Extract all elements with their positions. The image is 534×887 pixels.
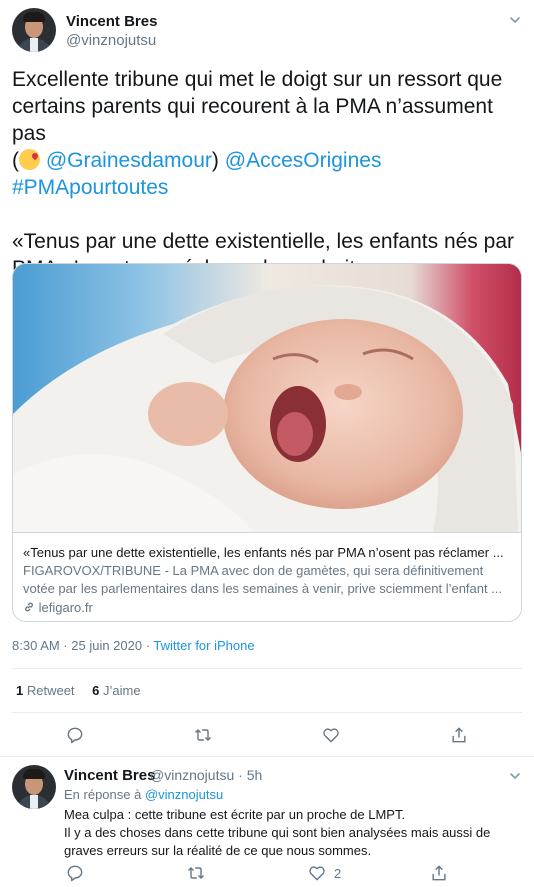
link-card[interactable]: «Tenus par une dette existentielle, les … [12,263,522,622]
card-domain-text: lefigaro.fr [38,600,93,615]
mention-accesorigines[interactable]: @AccesOrigines [225,149,382,172]
tweet-body: Excellente tribune qui met le doigt sur … [12,68,503,145]
card-image[interactable] [13,264,521,532]
reply-icon [67,865,83,882]
tweet-source[interactable]: Twitter for iPhone [153,638,254,653]
retweet-button[interactable] [185,862,207,884]
reply-to: En réponse à @vinznojutsu [64,787,223,802]
reply-prefix: En réponse à [64,787,145,802]
card-description: FIGAROVOX/TRIBUNE - La PMA avec don de g… [23,563,503,596]
reply-button[interactable] [64,862,86,884]
reply-to-mention[interactable]: @vinznojutsu [145,787,223,802]
like-icon [323,728,339,743]
tweet-stats: 1 Retweet 6 J’aime [16,683,141,698]
retweet-stat[interactable]: 1 Retweet [16,683,75,698]
paren-close: ) [211,149,219,172]
hashtag-pmapourtoutes[interactable]: #PMApourtoutes [12,176,168,199]
author-handle-time[interactable]: @vinznojutsu · 5h [150,767,262,783]
baby-image [13,264,521,532]
card-body[interactable]: «Tenus par une dette existentielle, les … [13,532,521,621]
chevron-down-icon[interactable] [509,14,521,26]
like-count: 2 [334,866,342,881]
tweet-meta: 8:30 AM · 25 juin 2020 · Twitter for iPh… [12,638,255,653]
tweet-time[interactable]: 8:30 AM · 25 juin 2020 · [12,638,153,653]
kiss-emoji-icon [19,149,40,170]
tweet-text: Excellente tribune qui met le doigt sur … [12,66,524,282]
card-title: «Tenus par une dette existentielle, les … [23,545,504,560]
like-button[interactable] [320,724,342,746]
avatar[interactable] [12,8,56,52]
like-button[interactable] [306,862,328,884]
divider [12,712,522,713]
mention-grainesdamour[interactable]: @Grainesdamour [46,149,212,172]
reply-icon [67,727,83,744]
author-handle[interactable]: @vinznojutsu [66,32,156,49]
chevron-down-icon[interactable] [509,770,521,782]
reply-line2: Il y a des choses dans cette tribune qui… [64,825,491,858]
retweet-icon [194,728,212,742]
reply-text: Mea culpa : cette tribune est écrite par… [64,806,524,860]
card-domain: lefigaro.fr [23,599,513,617]
reply-line1: Mea culpa : cette tribune est écrite par… [64,807,406,822]
share-icon [432,865,446,881]
share-button[interactable] [428,862,450,884]
author-name[interactable]: Vincent Bres [64,767,155,784]
link-icon [25,602,33,612]
retweet-button[interactable] [192,724,214,746]
reply-button[interactable] [64,724,86,746]
avatar[interactable] [12,765,56,809]
like-icon [309,866,325,881]
author-name[interactable]: Vincent Bres [66,13,157,30]
retweet-icon [187,866,205,880]
paren-open: ( [12,149,19,172]
divider [12,668,522,669]
thread-divider [0,756,534,757]
like-stat[interactable]: 6 J’aime [92,683,140,698]
share-icon [452,727,466,743]
share-button[interactable] [448,724,470,746]
